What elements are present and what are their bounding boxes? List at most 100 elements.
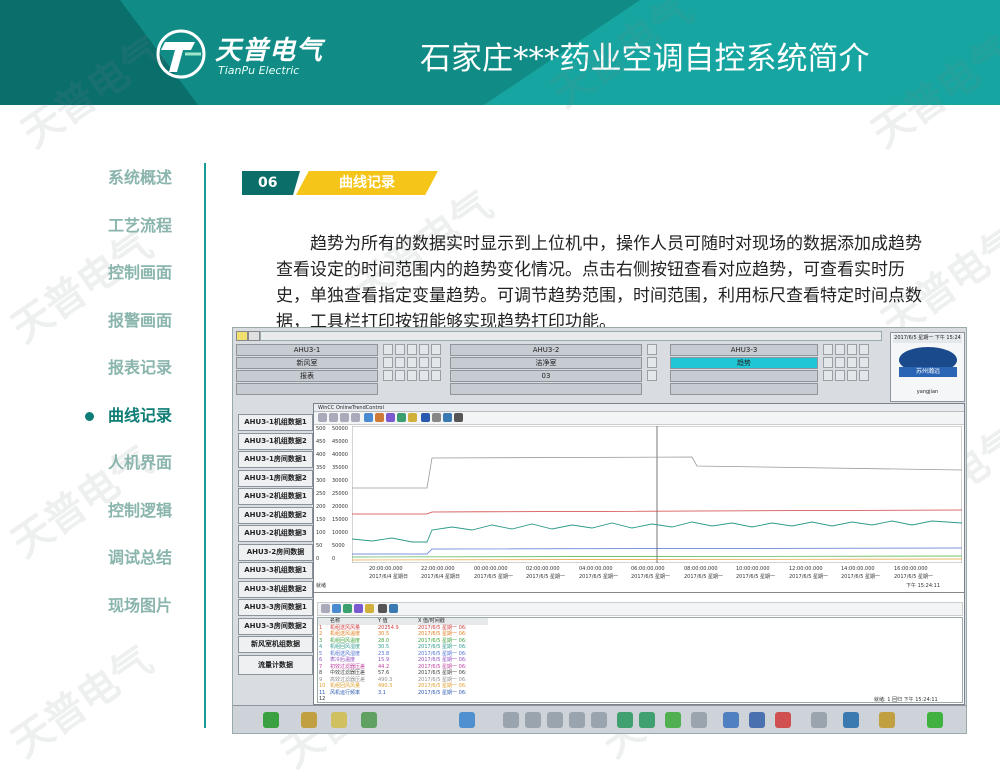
trend-nav-button[interactable]: AHU3-1房间数据1 <box>238 451 313 468</box>
screen-button-empty[interactable] <box>236 383 378 395</box>
area-tab-ahu3-2[interactable]: AHU3-2 <box>450 344 642 356</box>
screen-button-empty[interactable] <box>670 383 818 395</box>
time-range-icon[interactable] <box>408 413 417 422</box>
trend-nav-button[interactable]: AHU3-2房间数据 <box>238 543 313 561</box>
sync-icon[interactable] <box>639 712 655 728</box>
mini-button[interactable] <box>847 357 857 368</box>
screen-button-report[interactable]: 报表 <box>236 370 378 382</box>
zoom-area-icon[interactable] <box>375 413 384 422</box>
confirm-icon[interactable] <box>927 712 943 728</box>
trend-nav-button[interactable]: AHU3-1机组数据2 <box>238 432 313 450</box>
area-tab-ahu3-3[interactable]: AHU3-3 <box>670 344 818 356</box>
trend-nav-button[interactable]: AHU3-2机组数据3 <box>238 525 313 542</box>
ruler-icon[interactable] <box>386 413 395 422</box>
nav-item-overview[interactable]: 系统概述 <box>60 160 200 208</box>
monitor-icon[interactable] <box>811 712 827 728</box>
screen-button-empty[interactable] <box>670 370 818 382</box>
arrow-up-icon[interactable] <box>547 712 563 728</box>
mini-button[interactable] <box>383 357 393 368</box>
screen-button-empty[interactable] <box>450 383 642 395</box>
mini-button[interactable] <box>823 344 833 355</box>
first-page-icon[interactable] <box>318 413 327 422</box>
save-icon[interactable] <box>749 712 765 728</box>
speaker-icon[interactable] <box>879 712 895 728</box>
back-icon[interactable] <box>665 712 681 728</box>
table-print-icon[interactable] <box>378 604 387 613</box>
nav-item-logic[interactable]: 控制逻辑 <box>60 493 200 541</box>
mini-button[interactable] <box>419 370 429 381</box>
mini-button[interactable] <box>823 357 833 368</box>
trend-nav-button[interactable]: 新风室机组数据 <box>238 636 313 653</box>
screen-button-fresh-air[interactable]: 新风室 <box>236 357 378 369</box>
zoom-icon[interactable] <box>364 413 373 422</box>
network-icon[interactable] <box>459 712 475 728</box>
trend-nav-button[interactable]: AHU3-1房间数据2 <box>238 469 313 487</box>
trend-nav-button[interactable]: AHU3-1机组数据1 <box>238 414 313 431</box>
next-page-icon[interactable] <box>340 413 349 422</box>
mini-button[interactable] <box>847 344 857 355</box>
mini-button[interactable] <box>407 370 417 381</box>
export-icon[interactable] <box>443 413 452 422</box>
mini-button[interactable] <box>823 370 833 381</box>
table-export-icon[interactable] <box>389 604 398 613</box>
table-zoom-icon[interactable] <box>354 604 363 613</box>
key-icon[interactable] <box>301 712 317 728</box>
arrow-left-icon[interactable] <box>503 712 519 728</box>
trend-nav-button[interactable]: AHU3-3房间数据2 <box>238 617 313 635</box>
mini-button[interactable] <box>647 344 657 355</box>
table-config-icon[interactable] <box>321 604 330 613</box>
mini-button[interactable] <box>835 370 845 381</box>
refresh-icon[interactable] <box>617 712 633 728</box>
mini-button[interactable] <box>431 357 441 368</box>
table-row[interactable]: 12 <box>318 696 488 703</box>
report-icon[interactable] <box>723 712 739 728</box>
mini-button[interactable] <box>419 344 429 355</box>
mini-button[interactable] <box>859 344 869 355</box>
mini-button[interactable] <box>835 344 845 355</box>
trend-nav-button[interactable]: AHU3-3机组数据2 <box>238 580 313 598</box>
mini-button[interactable] <box>395 370 405 381</box>
mini-button[interactable] <box>431 370 441 381</box>
mini-button[interactable] <box>647 357 657 368</box>
arrow-right-icon[interactable] <box>591 712 607 728</box>
forward-icon[interactable] <box>691 712 707 728</box>
nav-item-process[interactable]: 工艺流程 <box>60 208 200 256</box>
settings-icon[interactable] <box>432 413 441 422</box>
delete-icon[interactable] <box>775 712 791 728</box>
screen-button-trend[interactable]: 趋势 <box>670 357 818 369</box>
nav-item-hmi[interactable]: 人机界面 <box>60 445 200 493</box>
mini-button[interactable] <box>383 370 393 381</box>
mini-button[interactable] <box>383 344 393 355</box>
home-icon[interactable] <box>525 712 541 728</box>
table-select-icon[interactable] <box>343 604 352 613</box>
trend-nav-button[interactable]: AHU3-3机组数据1 <box>238 562 313 579</box>
mini-button[interactable] <box>407 357 417 368</box>
nav-item-summary[interactable]: 调试总结 <box>60 540 200 588</box>
mini-button[interactable] <box>407 344 417 355</box>
area-tab-ahu3-1[interactable]: AHU3-1 <box>236 344 378 356</box>
print-icon[interactable] <box>454 413 463 422</box>
mini-button[interactable] <box>859 357 869 368</box>
trend-nav-button[interactable]: 流量计数据 <box>238 654 313 675</box>
screen-button-03[interactable]: 03 <box>450 370 642 382</box>
prev-page-icon[interactable] <box>329 413 338 422</box>
trend-nav-button[interactable]: AHU3-3房间数据1 <box>238 599 313 616</box>
table-ruler-icon[interactable] <box>332 604 341 613</box>
nav-item-control-screen[interactable]: 控制画面 <box>60 255 200 303</box>
trend-nav-button[interactable]: AHU3-2机组数据1 <box>238 488 313 505</box>
nav-item-trend[interactable]: 曲线记录 <box>60 398 200 446</box>
nav-item-alarm-screen[interactable]: 报警画面 <box>60 303 200 351</box>
trend-plot[interactable] <box>352 426 962 563</box>
help-icon[interactable] <box>843 712 859 728</box>
mini-button[interactable] <box>847 370 857 381</box>
mini-button[interactable] <box>395 357 405 368</box>
table-stats-icon[interactable] <box>365 604 374 613</box>
trend-nav-button[interactable]: AHU3-2机组数据2 <box>238 506 313 524</box>
document-icon[interactable] <box>361 712 377 728</box>
arrow-down-icon[interactable] <box>569 712 585 728</box>
pause-icon[interactable] <box>421 413 430 422</box>
play-icon[interactable] <box>263 712 279 728</box>
mini-button[interactable] <box>647 370 657 381</box>
mini-button[interactable] <box>395 344 405 355</box>
mini-button[interactable] <box>859 370 869 381</box>
